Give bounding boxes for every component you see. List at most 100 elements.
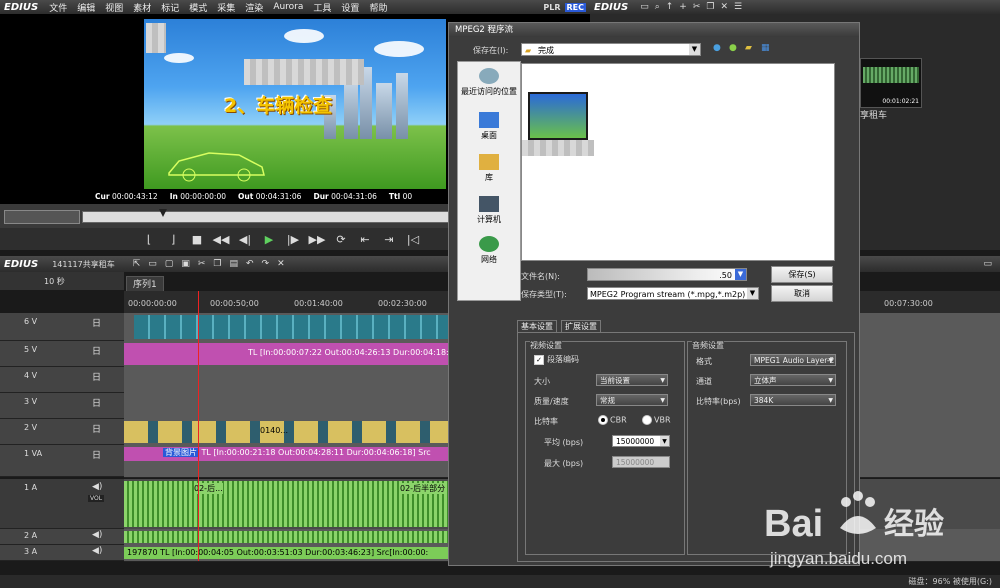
stop-icon[interactable]: ■: [188, 231, 206, 247]
menu-render[interactable]: 渲染: [240, 1, 268, 14]
video-file-icon[interactable]: [528, 92, 588, 140]
cbr-radio[interactable]: CBR: [598, 415, 627, 425]
cut-tl-icon[interactable]: ✂: [198, 259, 206, 269]
play-icon[interactable]: ▶: [260, 231, 278, 247]
track-head-1va[interactable]: 1 VA 日: [0, 445, 124, 477]
vbr-radio[interactable]: VBR: [642, 415, 671, 425]
set-in-icon[interactable]: ⌊: [140, 231, 158, 247]
menu-mode[interactable]: 模式: [184, 1, 212, 14]
speaker-icon[interactable]: ◀): [92, 482, 102, 492]
bin-clip-thumbnail[interactable]: 00:01:02:21: [860, 58, 922, 108]
menu-edit[interactable]: 编辑: [72, 1, 100, 14]
menu-capture[interactable]: 采集: [212, 1, 240, 14]
place-computer[interactable]: 计算机: [458, 196, 520, 225]
place-library[interactable]: 库: [458, 154, 520, 183]
place-desktop[interactable]: 桌面: [458, 112, 520, 141]
fast-forward-icon[interactable]: ▶▶: [308, 231, 326, 247]
set-out-icon[interactable]: ⌋: [164, 231, 182, 247]
up-icon[interactable]: ↑: [666, 2, 674, 12]
new-seq-icon[interactable]: ▭: [148, 259, 157, 269]
audio-clip[interactable]: 02-后... 02-后半部分: [124, 481, 450, 527]
timeline-clip[interactable]: 背景图片 TL [In:00:00:21:18 Out:00:04:28:11 …: [124, 447, 450, 461]
menu-aurora[interactable]: Aurora: [268, 2, 308, 12]
plr-mode-button[interactable]: PLR: [541, 3, 562, 12]
search-icon[interactable]: ⌕: [655, 2, 660, 12]
cut-icon[interactable]: ✂: [693, 2, 701, 12]
track-lock-icon[interactable]: 日: [92, 316, 101, 329]
menu-file[interactable]: 文件: [44, 1, 72, 14]
filetype-select[interactable]: MPEG2 Program stream (*.mpg,*.m2p) ▼: [587, 287, 759, 300]
step-back-icon[interactable]: ◀|: [236, 231, 254, 247]
menu-tools[interactable]: 工具: [308, 1, 336, 14]
track-lock-icon[interactable]: 日: [92, 396, 101, 409]
menu-view[interactable]: 视图: [100, 1, 128, 14]
undo-icon[interactable]: ↶: [246, 259, 254, 269]
save-button[interactable]: 保存(S): [771, 266, 833, 283]
size-select[interactable]: 当前设置 ▼: [596, 374, 668, 386]
avg-bitrate-input[interactable]: 15000000 ▼: [612, 435, 670, 447]
channel-select[interactable]: 立体声 ▼: [750, 374, 836, 386]
open-icon[interactable]: ▢: [165, 259, 174, 269]
filename-input[interactable]: .50 ▼: [587, 268, 747, 281]
step-forward-icon[interactable]: |▶: [284, 231, 302, 247]
menu-clip[interactable]: 素材: [128, 1, 156, 14]
track-lock-icon[interactable]: 日: [92, 370, 101, 383]
menu-marker[interactable]: 标记: [156, 1, 184, 14]
track-lock-icon[interactable]: 日: [92, 448, 101, 461]
place-network[interactable]: 网络: [458, 236, 520, 265]
add-clip-icon[interactable]: +: [679, 2, 687, 12]
timeline-clip[interactable]: [134, 315, 450, 339]
track-lock-icon[interactable]: 日: [92, 422, 101, 435]
menu-help[interactable]: 帮助: [364, 1, 392, 14]
playhead[interactable]: [198, 291, 199, 561]
folder-icon[interactable]: ▭: [640, 2, 649, 12]
prev-edit-icon[interactable]: |◁: [404, 231, 422, 247]
delete-icon[interactable]: ✕: [720, 2, 728, 12]
track-head-6v[interactable]: 6 V日: [0, 313, 124, 341]
copy-icon[interactable]: ❐: [706, 2, 714, 12]
timeline-clip[interactable]: 0140...: [124, 421, 450, 443]
audio-clip[interactable]: [124, 531, 450, 543]
place-recent[interactable]: 最近访问的位置: [458, 68, 520, 97]
format-select[interactable]: MPEG1 Audio Layer-2 ▼: [750, 354, 836, 366]
cancel-button[interactable]: 取消: [771, 285, 833, 302]
track-head-3a[interactable]: 3 A ◀): [0, 545, 124, 561]
track-head-3v[interactable]: 3 V日: [0, 393, 124, 419]
insert-icon[interactable]: ⇤: [356, 231, 374, 247]
view-icon[interactable]: ☰: [734, 2, 742, 12]
position-marker[interactable]: [159, 209, 167, 217]
save-in-select[interactable]: ▰ 完成 ▼: [521, 43, 701, 56]
track-head-1a[interactable]: 1 A ◀) VOL: [0, 479, 124, 529]
file-list[interactable]: [521, 63, 835, 261]
vol-badge[interactable]: VOL: [88, 495, 105, 502]
speaker-icon[interactable]: ◀): [92, 546, 102, 556]
field-encoding-checkbox[interactable]: ✓ 段落编码: [534, 354, 579, 365]
zoom-level[interactable]: 10 秒: [44, 276, 65, 287]
audio-bitrate-select[interactable]: 384K ▼: [750, 394, 836, 406]
tab-sequence[interactable]: 序列1: [126, 276, 164, 292]
overwrite-icon[interactable]: ⇥: [380, 231, 398, 247]
mode-icon[interactable]: ⇱: [133, 259, 141, 269]
new-folder-icon[interactable]: ▰: [745, 43, 752, 53]
loop-icon[interactable]: ⟳: [332, 231, 350, 247]
back-icon[interactable]: ●: [713, 43, 721, 53]
track-lock-icon[interactable]: 日: [92, 344, 101, 357]
track-head-4v[interactable]: 4 V日: [0, 367, 124, 393]
save-icon[interactable]: ▣: [181, 259, 190, 269]
redo-icon[interactable]: ↷: [262, 259, 270, 269]
timeline-clip[interactable]: TL [In:00:00:07:22 Out:00:04:26:13 Dur:0…: [124, 343, 450, 365]
track-head-2a[interactable]: 2 A ◀): [0, 529, 124, 545]
audio-clip[interactable]: 197870 TL [In:00:00:04:05 Out:00:03:51:0…: [124, 547, 450, 559]
up-folder-icon[interactable]: ●: [729, 43, 737, 53]
track-head-5v[interactable]: 5 V日: [0, 341, 124, 367]
quality-select[interactable]: 常规 ▼: [596, 394, 668, 406]
speaker-icon[interactable]: ◀): [92, 530, 102, 540]
delete-tl-icon[interactable]: ✕: [277, 259, 285, 269]
menu-settings[interactable]: 设置: [336, 1, 364, 14]
track-head-2v[interactable]: 2 V日: [0, 419, 124, 445]
view-menu-icon[interactable]: ▦: [761, 43, 770, 53]
rec-mode-button[interactable]: REC: [564, 2, 586, 12]
close-timeline-icon[interactable]: ▭: [983, 259, 1000, 269]
copy-tl-icon[interactable]: ❐: [213, 259, 221, 269]
jog-slider[interactable]: [4, 210, 80, 224]
